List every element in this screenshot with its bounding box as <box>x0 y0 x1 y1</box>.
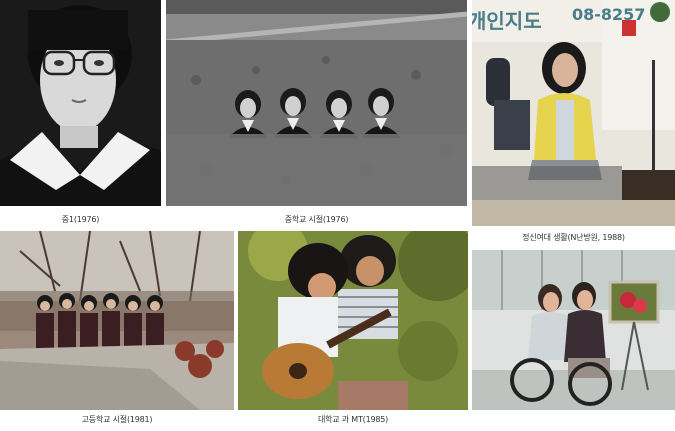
caption-highschool: 고등학교 시절(1981) <box>81 415 153 424</box>
photo-portrait-1976 <box>0 0 161 206</box>
photo-grass-1976 <box>166 0 467 206</box>
caption-portrait: 중1(1976) <box>61 215 100 224</box>
photo-office-1988: 08-8257 개인지도 <box>472 0 675 226</box>
photo-exhibition <box>472 250 675 410</box>
sign-office: 개인지도 <box>472 9 542 33</box>
sign-phone: 08-8257 <box>572 5 645 24</box>
caption-grass: 중학교 시절(1976) <box>284 215 349 224</box>
caption-mt: 대학교 과 MT(1985) <box>317 415 389 424</box>
caption-office: 정신여대 생활(N난방원, 1988) <box>522 233 625 242</box>
photo-highschool-1981 <box>0 231 234 410</box>
photo-mt-1985 <box>238 231 468 410</box>
